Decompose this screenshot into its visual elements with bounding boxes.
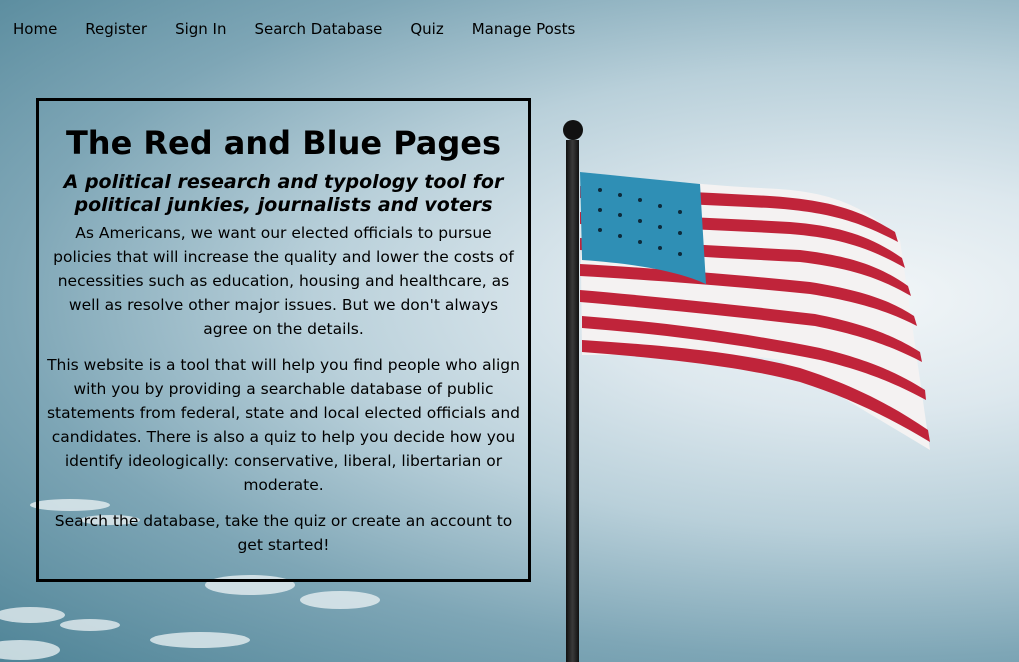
top-nav: Home Register Sign In Search Database Qu… bbox=[0, 0, 603, 58]
page-title: The Red and Blue Pages bbox=[65, 124, 502, 162]
nav-search-database[interactable]: Search Database bbox=[254, 20, 382, 38]
nav-register[interactable]: Register bbox=[85, 20, 147, 38]
nav-quiz[interactable]: Quiz bbox=[410, 20, 443, 38]
nav-home[interactable]: Home bbox=[13, 20, 57, 38]
pole-finial bbox=[563, 120, 583, 140]
page-subtitle: A political research and typology tool f… bbox=[63, 171, 504, 216]
intro-panel: The Red and Blue Pages A political resea… bbox=[36, 98, 531, 582]
flag bbox=[580, 172, 930, 450]
nav-manage-posts[interactable]: Manage Posts bbox=[472, 20, 576, 38]
intro-paragraph-1: As Americans, we want our elected offici… bbox=[53, 224, 514, 338]
intro-paragraph-2: This website is a tool that will help yo… bbox=[46, 356, 521, 494]
intro-paragraph-3: Search the database, take the quiz or cr… bbox=[54, 512, 513, 554]
flag-pole bbox=[566, 140, 579, 662]
nav-sign-in[interactable]: Sign In bbox=[175, 20, 226, 38]
